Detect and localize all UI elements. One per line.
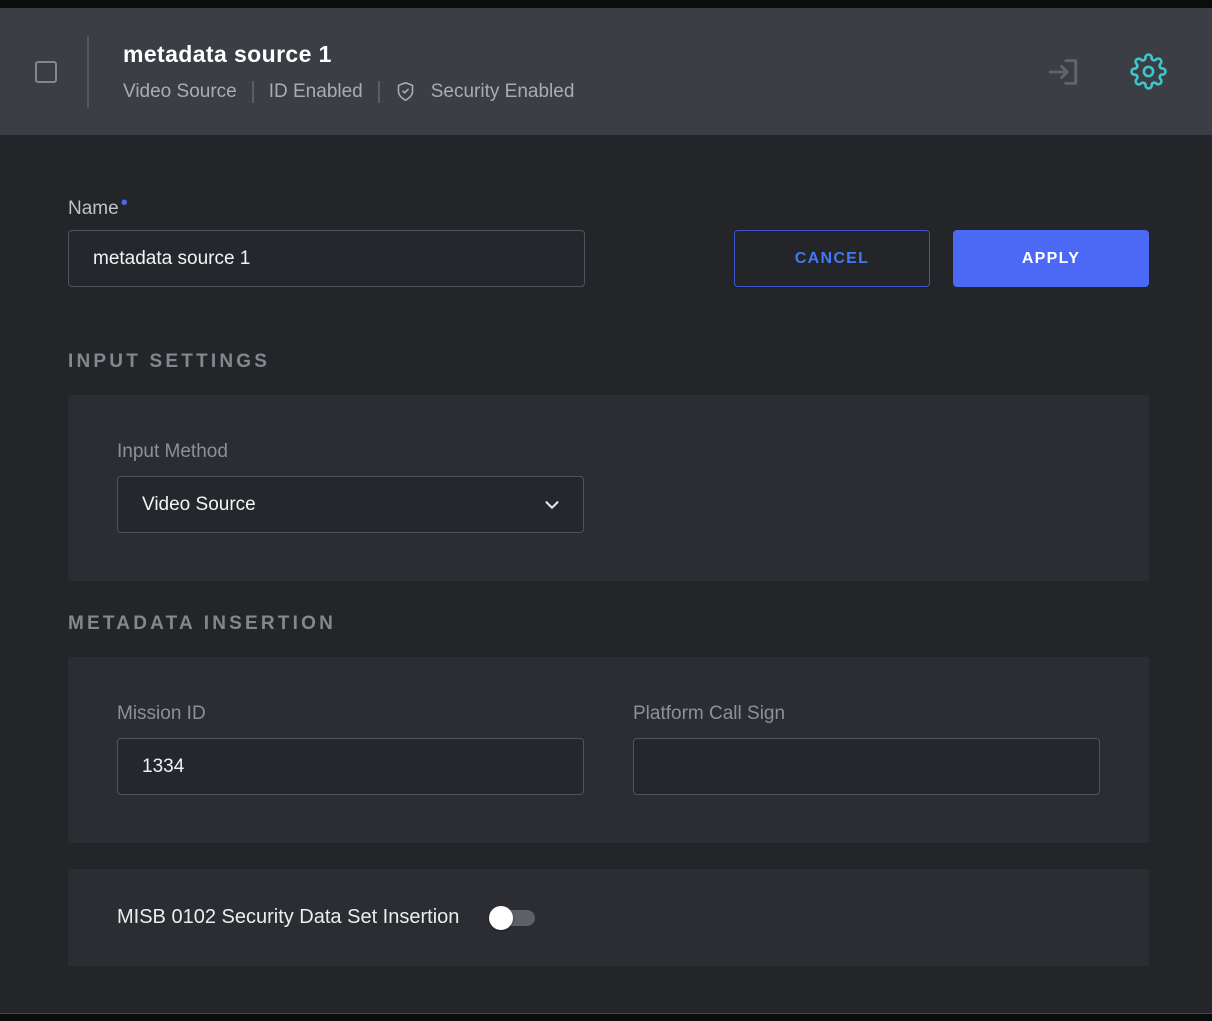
name-label: Name• [68,197,585,220]
metadata-insertion-heading: METADATA INSERTION [68,613,1149,635]
apply-button[interactable]: APPLY [953,230,1149,287]
import-button[interactable] [1046,55,1080,89]
mission-id-input[interactable] [117,738,584,795]
status-divider [252,81,254,103]
title-block: metadata source 1 Video Source ID Enable… [123,41,574,103]
input-method-select[interactable]: Video Source [117,476,584,533]
input-method-value: Video Source [142,494,256,516]
chevron-down-icon [541,494,563,516]
platform-call-sign-field-group: Platform Call Sign [633,703,1100,795]
cancel-button[interactable]: CANCEL [734,230,930,287]
metadata-source-card: metadata source 1 Video Source ID Enable… [0,8,1212,1014]
header: metadata source 1 Video Source ID Enable… [0,8,1212,135]
input-method-label: Input Method [117,441,1100,463]
content: Name• CANCEL APPLY INPUT SETTINGS Input … [0,135,1212,1013]
settings-button[interactable] [1130,53,1167,90]
select-checkbox[interactable] [35,61,57,83]
platform-call-sign-input[interactable] [633,738,1100,795]
status-source-type: Video Source [123,81,237,103]
input-settings-panel: Input Method Video Source [68,395,1149,581]
header-divider [87,36,89,108]
status-security-enabled: Security Enabled [431,81,575,103]
toggle-knob [489,906,513,930]
mission-id-label: Mission ID [117,703,584,725]
shield-check-icon [395,81,416,102]
misb-toggle[interactable] [489,905,537,931]
status-divider [378,81,380,103]
name-label-text: Name [68,198,119,219]
mission-id-field-group: Mission ID [117,703,584,795]
metadata-fields-row: Mission ID Platform Call Sign [117,703,1100,795]
gear-icon [1130,53,1167,90]
name-field-group: Name• [68,197,585,287]
name-row: Name• CANCEL APPLY [68,197,1149,287]
import-icon [1046,55,1080,89]
platform-call-sign-label: Platform Call Sign [633,703,1100,725]
name-input[interactable] [68,230,585,287]
input-settings-heading: INPUT SETTINGS [68,351,1149,373]
misb-label: MISB 0102 Security Data Set Insertion [117,906,459,929]
required-indicator: • [121,192,128,214]
status-id-enabled: ID Enabled [269,81,363,103]
status-row: Video Source ID Enabled Security Enabled [123,81,574,103]
form-actions: CANCEL APPLY [734,230,1149,287]
header-actions [1046,53,1167,90]
metadata-insertion-panel: Mission ID Platform Call Sign [68,657,1149,843]
page-title: metadata source 1 [123,41,574,68]
misb-panel: MISB 0102 Security Data Set Insertion [68,869,1149,966]
